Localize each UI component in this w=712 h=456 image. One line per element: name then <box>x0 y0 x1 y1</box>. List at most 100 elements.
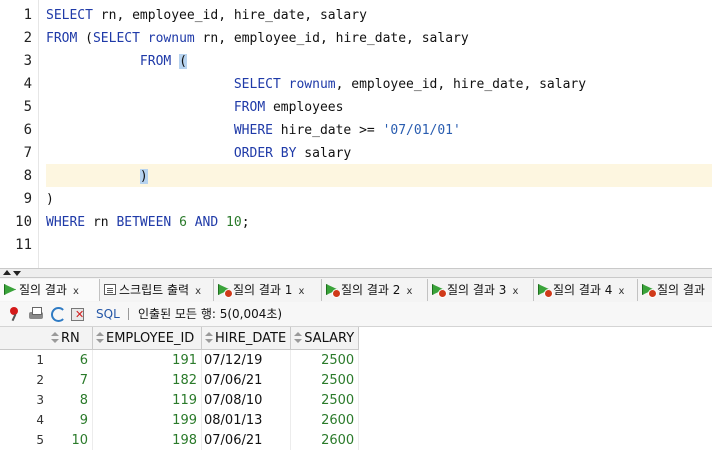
panel-splitter[interactable] <box>0 268 712 278</box>
table-cell[interactable]: 6 <box>48 349 93 370</box>
result-tab[interactable]: 질의 결과 4 x <box>534 279 638 301</box>
code-line[interactable]: WHERE hire_date >= '07/01/01' <box>46 119 712 142</box>
table-cell[interactable]: 07/06/21 <box>201 370 292 390</box>
line-number: 1 <box>23 7 32 23</box>
code-line[interactable]: ) <box>46 188 712 211</box>
table-cell[interactable]: 199 <box>92 410 202 430</box>
result-tab[interactable]: 질의 결과 x <box>0 279 100 301</box>
row-number[interactable]: 5 <box>0 430 48 450</box>
code-token: rn, employee_id, hire_date, salary <box>92 8 367 23</box>
table-cell[interactable]: 2500 <box>290 349 360 370</box>
sort-icon[interactable] <box>96 331 104 344</box>
sort-icon[interactable] <box>205 331 213 344</box>
matched-paren: ) <box>139 169 148 184</box>
query-result-icon <box>218 284 233 298</box>
row-number[interactable]: 1 <box>0 350 48 371</box>
tab-label: 질의 결과 1 <box>233 283 293 297</box>
table-row[interactable]: 2 7 182 07/06/21 2500 <box>0 370 360 390</box>
query-result-icon <box>642 284 657 298</box>
result-tab[interactable]: 질의 결과 <box>638 279 712 301</box>
table-cell[interactable]: 08/01/13 <box>201 410 292 430</box>
collapse-down-icon[interactable] <box>13 271 21 276</box>
table-row[interactable]: 3 8 119 07/08/10 2500 <box>0 390 360 410</box>
table-row[interactable]: 1 6 191 07/12/19 2500 <box>0 349 360 371</box>
line-number: 5 <box>23 99 32 115</box>
sql-editor[interactable]: 1 2 3 4 5 6 7 8 9 10 11 SELECT rn, employee_id, hi… <box>0 0 712 268</box>
table-cell[interactable]: 7 <box>48 370 93 390</box>
toolbar-divider <box>128 308 129 320</box>
tab-close-icon[interactable]: x <box>618 286 624 297</box>
table-cell[interactable]: 10 <box>48 430 93 450</box>
table-cell[interactable]: 198 <box>92 430 202 450</box>
tab-close-icon[interactable]: x <box>195 286 201 297</box>
code-line[interactable] <box>46 234 712 257</box>
result-grid[interactable]: RN EMPLOYEE_ID HIRE_DATE SALARY 1 6 191 07/… <box>0 327 712 456</box>
tab-close-icon[interactable]: x <box>73 286 79 297</box>
code-line[interactable]: ORDER BY salary <box>46 142 712 165</box>
table-cell[interactable]: 191 <box>92 349 202 370</box>
cancel-query-icon[interactable] <box>70 306 86 322</box>
table-row[interactable]: 5 10 198 07/06/21 2600 <box>0 430 360 450</box>
line-number: 9 <box>23 191 32 207</box>
table-cell[interactable]: 07/08/10 <box>201 390 292 410</box>
result-table: RN EMPLOYEE_ID HIRE_DATE SALARY 1 6 191 07/… <box>0 327 360 450</box>
sort-icon[interactable] <box>51 331 59 344</box>
result-tab[interactable]: 스크립트 출력 x <box>100 279 214 301</box>
table-cell[interactable]: 2500 <box>290 370 360 390</box>
tab-close-icon[interactable]: x <box>406 286 412 297</box>
string-literal: '07/01/01' <box>382 123 461 138</box>
sql-button[interactable]: SQL <box>96 306 120 322</box>
tab-close-icon[interactable]: x <box>512 286 518 297</box>
code-line[interactable]: FROM (SELECT rownum rn, employee_id, hir… <box>46 27 712 50</box>
table-cell[interactable]: 2500 <box>290 390 360 410</box>
code-token: , employee_id, hire_date, salary <box>335 77 587 92</box>
tab-close-icon[interactable]: x <box>298 286 304 297</box>
code-line[interactable]: ) <box>46 165 712 188</box>
table-cell[interactable]: 9 <box>48 410 93 430</box>
table-cell[interactable]: 2600 <box>290 430 360 450</box>
column-header-employee-id[interactable]: EMPLOYEE_ID <box>92 327 202 350</box>
table-cell[interactable]: 2600 <box>290 410 360 430</box>
column-header-salary[interactable]: SALARY <box>290 327 360 350</box>
code-line[interactable]: SELECT rownum, employee_id, hire_date, s… <box>46 73 712 96</box>
pin-icon[interactable] <box>6 306 22 322</box>
table-cell[interactable]: 119 <box>92 390 202 410</box>
code-line[interactable]: FROM ( <box>46 50 712 73</box>
table-cell[interactable]: 8 <box>48 390 93 410</box>
column-header-hire-date[interactable]: HIRE_DATE <box>201 327 292 350</box>
collapse-up-icon[interactable] <box>3 270 11 275</box>
code-line[interactable]: SELECT rn, employee_id, hire_date, salar… <box>46 4 712 27</box>
sql-keyword: ORDER BY <box>233 146 297 161</box>
tab-label: 질의 결과 2 <box>341 283 401 297</box>
fetch-status-text: 인출된 모든 행: 5(0,004초) <box>138 307 283 321</box>
table-cell[interactable]: 07/06/21 <box>201 430 292 450</box>
result-tab[interactable]: 질의 결과 1 x <box>214 279 322 301</box>
sort-icon[interactable] <box>294 331 303 344</box>
table-cell[interactable]: 182 <box>92 370 202 390</box>
table-cell[interactable]: 07/12/19 <box>201 349 292 370</box>
row-number[interactable]: 4 <box>0 410 48 430</box>
column-header-rn[interactable]: RN <box>48 327 93 350</box>
result-tab[interactable]: 질의 결과 3 x <box>428 279 534 301</box>
row-number[interactable]: 3 <box>0 390 48 410</box>
print-icon[interactable] <box>28 306 44 322</box>
table-row[interactable]: 4 9 199 08/01/13 2600 <box>0 410 360 430</box>
refresh-icon[interactable] <box>50 306 66 322</box>
error-badge-icon <box>438 289 447 298</box>
result-tab[interactable]: 질의 결과 2 x <box>322 279 428 301</box>
code-line[interactable]: FROM employees <box>46 96 712 119</box>
script-icon <box>104 284 116 295</box>
query-result-icon <box>4 284 16 295</box>
matched-paren: ( <box>179 54 187 69</box>
sql-keyword: WHERE <box>46 215 86 230</box>
code-line[interactable]: WHERE rn BETWEEN 6 AND 10; <box>46 211 712 234</box>
tab-label: 질의 결과 <box>657 283 705 297</box>
row-number[interactable]: 2 <box>0 370 48 390</box>
results-toolbar: SQL 인출된 모든 행: 5(0,004초) <box>0 302 712 327</box>
code-token: rn <box>85 215 117 230</box>
